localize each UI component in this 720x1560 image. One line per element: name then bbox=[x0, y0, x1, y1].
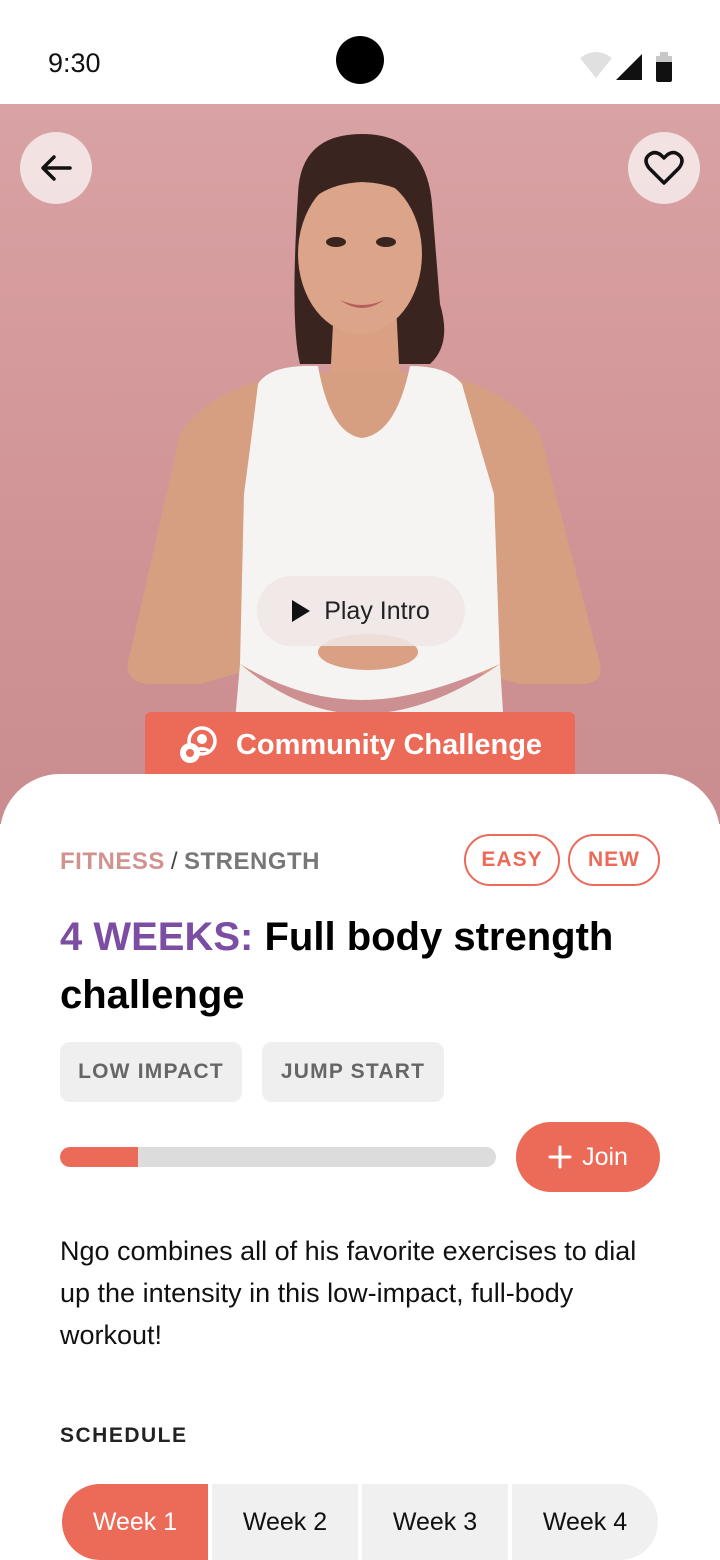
progress-fill bbox=[60, 1147, 139, 1167]
chip-jump-start: JUMP START bbox=[262, 1042, 444, 1102]
play-icon bbox=[292, 600, 311, 622]
status-time: 9:30 bbox=[48, 48, 101, 78]
battery-icon bbox=[656, 52, 672, 82]
tab-week-1[interactable]: Week 1 bbox=[62, 1484, 208, 1560]
page-title: 4 WEEKS: Full body strength challenge bbox=[60, 908, 660, 1024]
arrow-left-icon bbox=[41, 155, 72, 181]
heart-outline-icon bbox=[644, 150, 684, 185]
community-challenge-banner: Community Challenge bbox=[145, 712, 575, 778]
progress-bar bbox=[60, 1147, 496, 1167]
community-challenge-label: Community Challenge bbox=[235, 728, 543, 761]
favorite-button[interactable] bbox=[628, 132, 700, 204]
join-label: Join bbox=[582, 1142, 628, 1171]
breadcrumb-separator: / bbox=[170, 848, 179, 875]
tab-week-2[interactable]: Week 2 bbox=[212, 1484, 358, 1560]
breadcrumb: FITNESS / STRENGTH bbox=[60, 848, 320, 876]
week-tabs: Week 1 Week 2 Week 3 Week 4 bbox=[62, 1484, 658, 1560]
breadcrumb-category[interactable]: FITNESS bbox=[60, 848, 165, 875]
tab-week-4[interactable]: Week 4 bbox=[512, 1484, 658, 1560]
chip-low-impact: LOW IMPACT bbox=[60, 1042, 242, 1102]
title-duration: 4 WEEKS: bbox=[60, 915, 254, 959]
tab-week-3[interactable]: Week 3 bbox=[362, 1484, 508, 1560]
status-icons bbox=[580, 52, 672, 82]
wifi-icon bbox=[580, 52, 612, 78]
schedule-heading: SCHEDULE bbox=[60, 1424, 188, 1447]
difficulty-badge: EASY bbox=[464, 834, 560, 886]
back-button[interactable] bbox=[20, 132, 92, 204]
breadcrumb-subcategory[interactable]: STRENGTH bbox=[184, 848, 320, 875]
community-icon bbox=[179, 726, 217, 763]
new-badge: NEW bbox=[568, 834, 660, 886]
content-card: FITNESS / STRENGTH EASY NEW 4 WEEKS: Full … bbox=[0, 774, 720, 1560]
signal-icon bbox=[616, 54, 642, 80]
description: Ngo combines all of his favorite exercis… bbox=[60, 1236, 637, 1350]
join-button[interactable]: Join bbox=[516, 1122, 660, 1192]
plus-icon bbox=[548, 1145, 572, 1169]
status-bar: 9:30 bbox=[0, 0, 720, 104]
camera-cutout bbox=[336, 36, 384, 84]
play-intro-button[interactable]: Play Intro bbox=[257, 576, 465, 646]
play-intro-label: Play Intro bbox=[324, 596, 430, 625]
